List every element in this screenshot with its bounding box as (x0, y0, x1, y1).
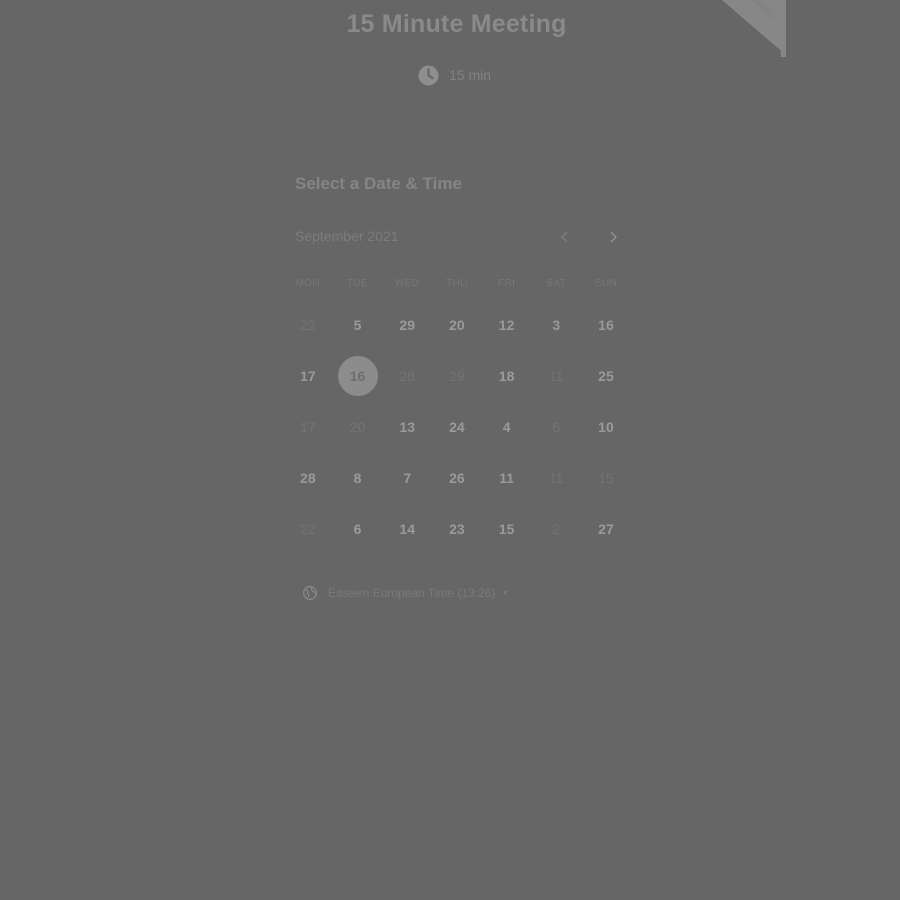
calendar-day[interactable]: 6 (333, 503, 383, 554)
calendar-day: 15 (581, 452, 631, 503)
calendar-day-label: 6 (552, 418, 561, 435)
calendar-day: 22 (283, 503, 333, 554)
calendar-day-label: 22 (300, 520, 316, 537)
calendar-day-label: 17 (300, 418, 316, 435)
calendar-day-label: 27 (598, 520, 614, 537)
calendar-day[interactable]: 20 (432, 299, 482, 350)
calendar-day-label: 16 (337, 355, 378, 396)
weekday-tue: TUE (346, 278, 369, 289)
calendar-day: 29 (432, 350, 482, 401)
prev-month-button[interactable] (553, 225, 577, 249)
calendar-day[interactable]: 28 (283, 452, 333, 503)
calendar-day-label: 14 (399, 520, 415, 537)
calendar-day-label: 6 (353, 520, 362, 537)
calendar-day-label: 11 (499, 469, 514, 486)
duration-label: 15 min (449, 67, 492, 83)
calendar-day-label: 28 (300, 469, 316, 486)
weekday-wed: WED (394, 278, 420, 289)
calendar-day-label: 2 (552, 520, 561, 537)
calendar-day[interactable]: 17 (283, 350, 333, 401)
calendar-day[interactable]: 27 (581, 503, 631, 554)
calendar-day-label: 8 (353, 469, 362, 486)
calendar-day-label: 13 (399, 418, 415, 435)
calendar-day-label: 20 (449, 316, 465, 333)
globe-icon (303, 586, 317, 600)
caret-down-icon: ▼ (501, 589, 509, 597)
booking-page: Calendly 15 Minute Meeting 15 min Select… (0, 0, 900, 900)
calendar-day: 11 (531, 350, 581, 401)
calendar-day-label: 26 (449, 469, 465, 486)
calendar-day[interactable]: 12 (482, 299, 532, 350)
calendar-day[interactable]: 5 (333, 299, 383, 350)
calendar-day: 22 (283, 299, 333, 350)
timezone-label: Eastern European Time (13:26) (328, 586, 496, 600)
calendar-day-label: 16 (598, 316, 614, 333)
weekday-mon: MON (295, 278, 321, 289)
calendar-day-label: 10 (598, 418, 614, 435)
calendar-day-label: 29 (449, 367, 465, 384)
calendar-day-label: 7 (403, 469, 412, 486)
calendar-day[interactable]: 7 (382, 452, 432, 503)
calendar-day: 28 (382, 350, 432, 401)
section-title: Select a Date & Time (295, 174, 462, 193)
clock-icon (418, 65, 439, 85)
calendar-day-label: 17 (300, 367, 316, 384)
weekday-header: MON TUE WED THU FRI SAT SUN (283, 278, 631, 289)
chevron-left-icon (561, 231, 568, 243)
calendar-day[interactable]: 23 (432, 503, 482, 554)
calendar-day-label: 20 (349, 418, 366, 435)
weekday-sun: SUN (594, 278, 618, 289)
calendar-day[interactable]: 26 (432, 452, 482, 503)
calendar-day[interactable]: 24 (432, 401, 482, 452)
weekday-sat: SAT (546, 278, 567, 289)
calendar-grid: 22 5 29 20 12 3 16 17 16 28 29 18 11 25 17 20 13 24 4 6 10 28… (283, 299, 631, 554)
calendar-day[interactable]: 3 (531, 299, 581, 350)
weekday-thu: THU (446, 278, 468, 289)
calendar-day[interactable]: 14 (382, 503, 432, 554)
calendar-day-label: 5 (353, 316, 362, 333)
calendar-day-label: 12 (498, 316, 515, 333)
calendar-day[interactable]: 18 (482, 350, 532, 401)
calendar-day-label: 28 (399, 367, 415, 384)
calendar-day: 17 (283, 401, 333, 452)
calendar-day: 11 (531, 452, 581, 503)
calendar-day-label: 25 (598, 367, 614, 384)
calendar-day-label: 15 (498, 520, 515, 537)
calendar-day[interactable]: 15 (482, 503, 532, 554)
calendar-day-selected[interactable]: 16 (333, 350, 383, 401)
calendar-day-label: 4 (502, 418, 511, 435)
calendar-day-label: 23 (449, 520, 465, 537)
event-duration: 15 min (418, 64, 491, 86)
weekday-fri: FRI (497, 278, 516, 289)
calendar-day-label: 24 (449, 418, 465, 435)
calendar-day[interactable]: 16 (581, 299, 631, 350)
calendar-day-label: 18 (498, 367, 515, 384)
calendar-day-label: 11 (549, 469, 564, 486)
calendar-day-label: 22 (300, 316, 316, 333)
calendar-day-label: 29 (399, 316, 415, 333)
calendar-day[interactable]: 8 (333, 452, 383, 503)
calendar-day[interactable]: 4 (482, 401, 532, 452)
next-month-button[interactable] (601, 225, 625, 249)
chevron-right-icon (610, 231, 617, 243)
timezone-selector[interactable]: Eastern European Time (13:26) ▼ (303, 583, 508, 603)
calendar-day: 2 (531, 503, 581, 554)
calendar-day[interactable]: 29 (382, 299, 432, 350)
calendar-day[interactable]: 25 (581, 350, 631, 401)
calendar-day-label: 15 (598, 469, 614, 486)
calendar-day: 20 (333, 401, 383, 452)
calendar-day: 6 (531, 401, 581, 452)
calendar-day[interactable]: 10 (581, 401, 631, 452)
calendar-day[interactable]: 13 (382, 401, 432, 452)
month-label: September 2021 (295, 228, 399, 244)
calendar-day-label: 11 (549, 367, 564, 384)
event-title: 15 Minute Meeting (346, 10, 567, 38)
calendar-day-label: 3 (552, 316, 561, 333)
calendar-day[interactable]: 11 (482, 452, 532, 503)
